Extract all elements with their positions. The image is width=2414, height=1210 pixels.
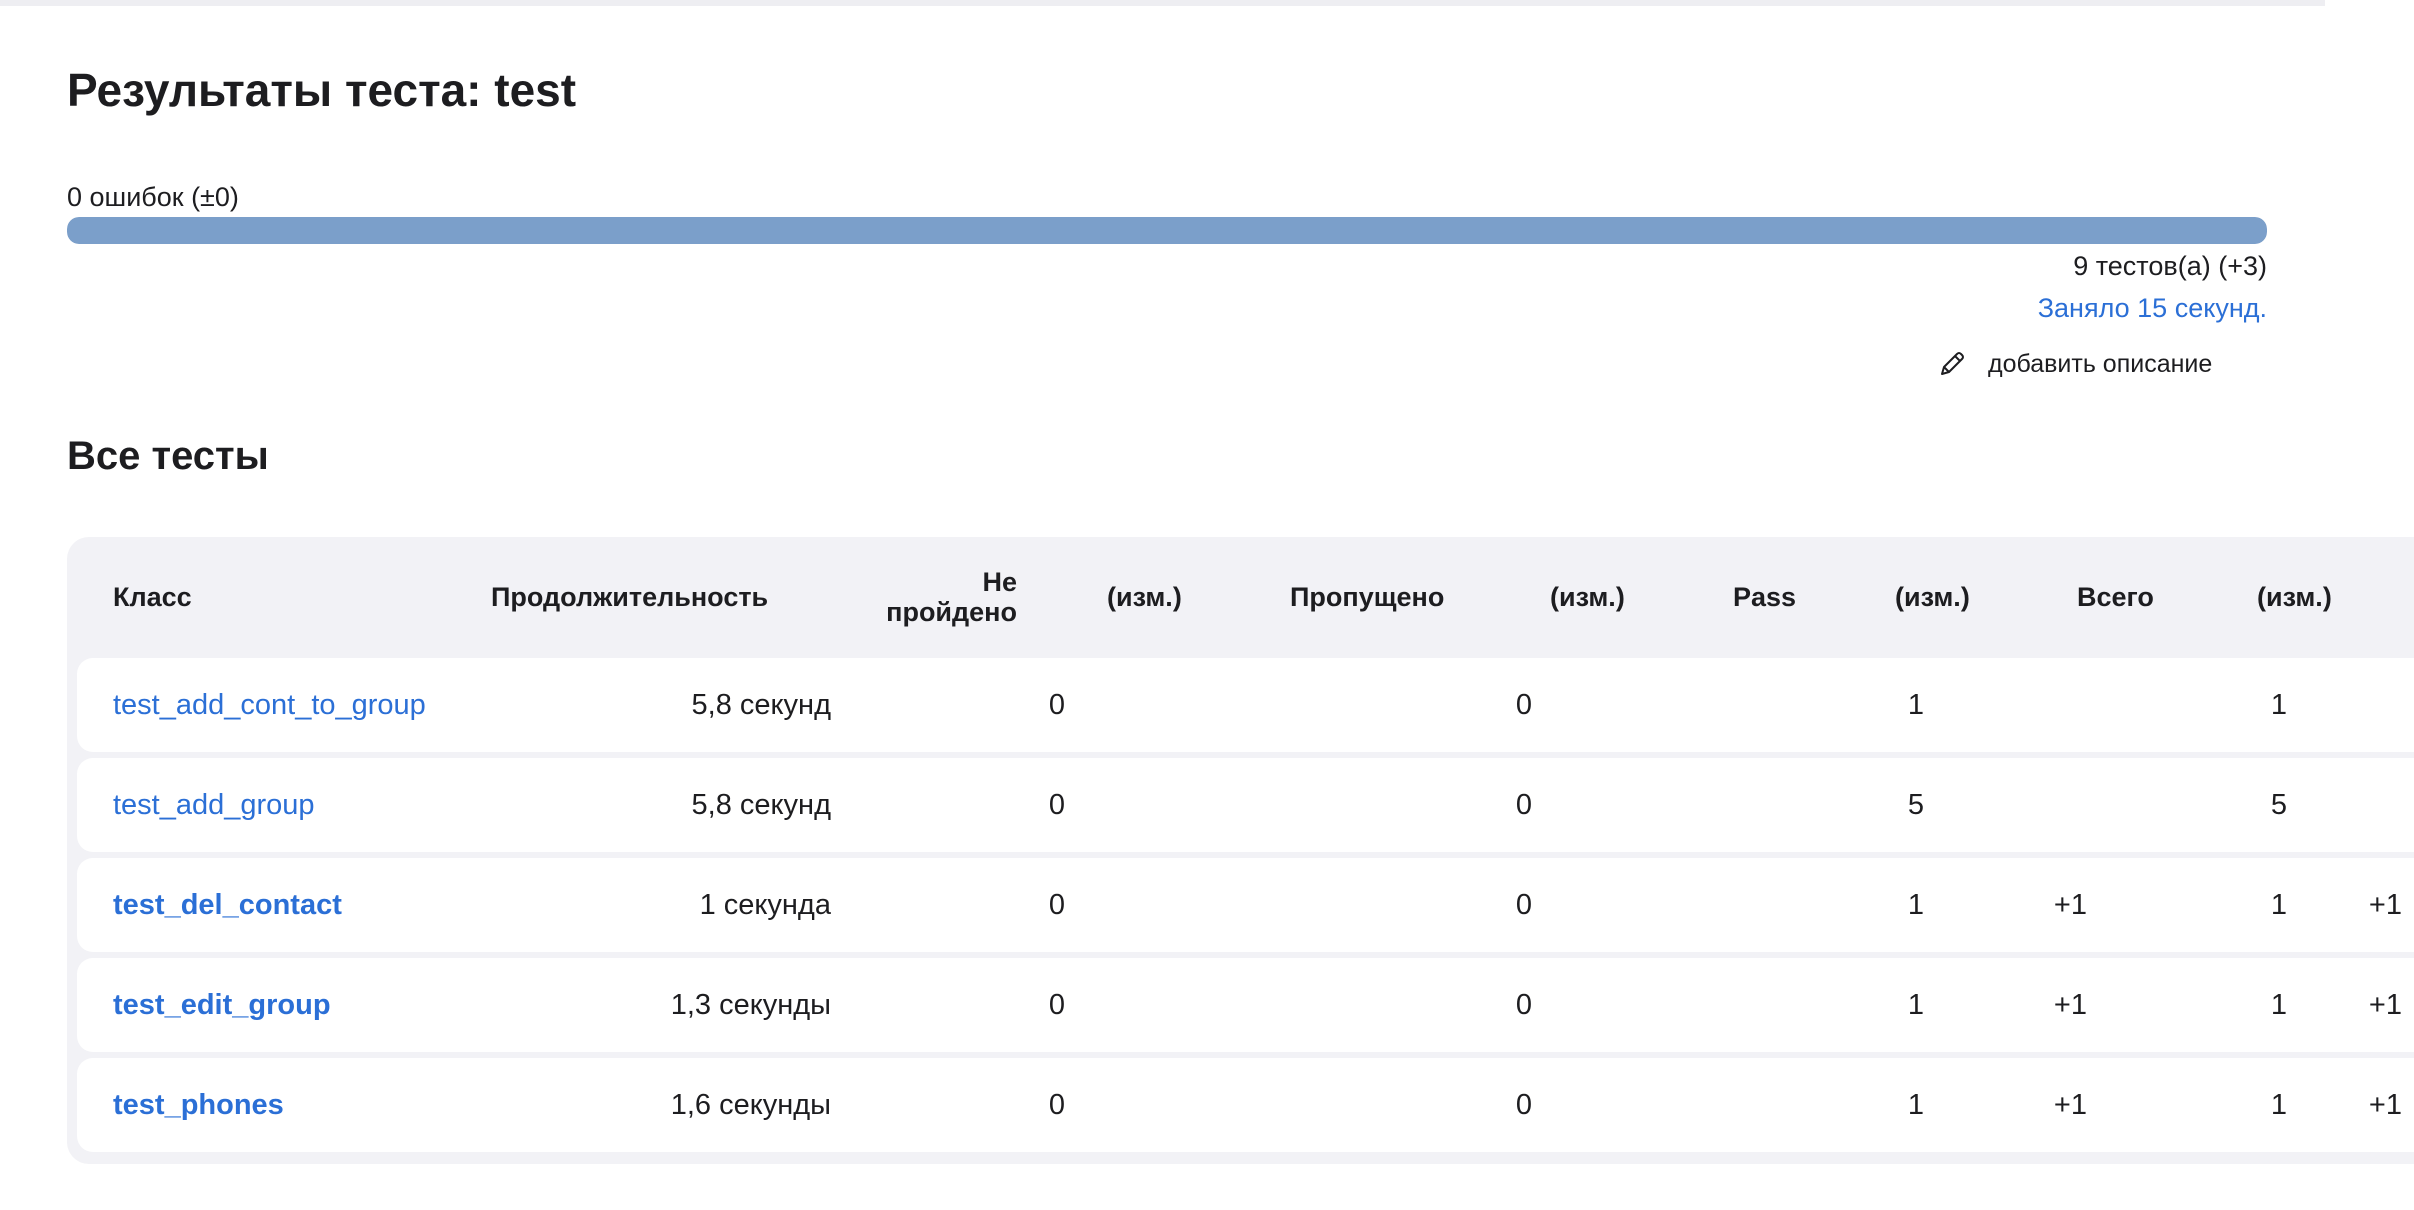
pencil-icon	[1941, 352, 1964, 375]
class-cell: test_add_cont_to_group	[113, 658, 426, 752]
pass-cell: 1	[1907, 889, 1924, 921]
duration-cell: 5,8 секунд	[691, 689, 831, 721]
duration-cell: 5,8 секунд	[691, 789, 831, 821]
failed-cell: 0	[1048, 1089, 1065, 1121]
failed-diff-cell	[1077, 958, 1227, 1052]
failed-diff-cell	[1077, 1058, 1227, 1152]
column-header-failed[interactable]: Не пройдено	[867, 567, 1017, 627]
table-row: test_edit_group 1,3 секунды 0 0 1 +1 1 +1	[77, 958, 2414, 1052]
pass-cell: 1	[1907, 689, 1924, 721]
table-row: test_phones 1,6 секунды 0 0 1 +1 1 +1	[77, 1058, 2414, 1152]
total-diff-cell: +1	[2368, 1089, 2402, 1121]
total-diff-cell	[2287, 658, 2402, 752]
class-cell: test_del_contact	[113, 858, 342, 952]
table-row: test_add_cont_to_group 5,8 секунд 0 0 1 1	[77, 658, 2414, 752]
pass-diff-cell: +1	[2053, 889, 2087, 921]
column-header-skipped-diff[interactable]: (изм.)	[1550, 582, 1625, 612]
class-link[interactable]: test_add_group	[113, 789, 315, 821]
duration-cell: 1,3 секунды	[670, 989, 831, 1021]
pass-diff-cell	[1937, 658, 2087, 752]
add-description-button[interactable]: добавить описание	[1936, 348, 2212, 380]
column-header-skipped[interactable]: Пропущено	[1290, 582, 1444, 612]
skipped-diff-cell	[1537, 658, 1687, 752]
class-cell: test_add_group	[113, 758, 315, 852]
skipped-cell: 0	[1515, 789, 1532, 821]
skipped-cell: 0	[1515, 1089, 1532, 1121]
skipped-cell: 0	[1515, 689, 1532, 721]
class-cell: test_edit_group	[113, 958, 331, 1052]
tests-table: Класс Продолжительность Не пройдено (изм…	[67, 537, 2414, 1164]
skipped-cell: 0	[1515, 989, 1532, 1021]
total-cell: 5	[2270, 789, 2287, 821]
pass-cell: 5	[1907, 789, 1924, 821]
total-diff-cell: +1	[2368, 889, 2402, 921]
class-link[interactable]: test_phones	[113, 1089, 284, 1121]
section-title-all-tests: Все тесты	[67, 434, 269, 478]
class-link[interactable]: test_add_cont_to_group	[113, 689, 426, 721]
column-header-total[interactable]: Всего	[2077, 582, 2154, 612]
pass-diff-cell	[1937, 758, 2087, 852]
failed-cell: 0	[1048, 689, 1065, 721]
duration-cell: 1,6 секунды	[670, 1089, 831, 1121]
pass-diff-cell: +1	[2053, 1089, 2087, 1121]
test-result-bar-pass-fill	[67, 217, 2267, 244]
table-row: test_add_group 5,8 секунд 0 0 5 5	[77, 758, 2414, 852]
column-header-pass-diff[interactable]: (изм.)	[1895, 582, 1970, 612]
skipped-diff-cell	[1537, 858, 1687, 952]
total-diff-cell: +1	[2368, 989, 2402, 1021]
failed-diff-cell	[1077, 758, 1227, 852]
total-cell: 1	[2270, 689, 2287, 721]
table-row: test_del_contact 1 секунда 0 0 1 +1 1 +1	[77, 858, 2414, 952]
class-link[interactable]: test_del_contact	[113, 889, 342, 921]
total-cell: 1	[2270, 889, 2287, 921]
column-header-duration[interactable]: Продолжительность	[491, 582, 768, 612]
test-results-page: Результаты теста: test 0 ошибок (±0) 9 т…	[0, 0, 2414, 1210]
column-header-class[interactable]: Класс	[113, 582, 192, 612]
failed-diff-cell	[1077, 658, 1227, 752]
duration-link[interactable]: Заняло 15 секунд.	[2038, 291, 2267, 325]
failed-cell: 0	[1048, 889, 1065, 921]
fail-summary: 0 ошибок (±0)	[67, 182, 239, 212]
class-link[interactable]: test_edit_group	[113, 989, 331, 1021]
tests-count: 9 тестов(а) (+3)	[2073, 251, 2267, 281]
failed-cell: 0	[1048, 989, 1065, 1021]
skipped-diff-cell	[1537, 1058, 1687, 1152]
column-header-pass[interactable]: Pass	[1733, 582, 1796, 612]
test-result-bar	[67, 217, 2267, 244]
class-cell: test_phones	[113, 1058, 284, 1152]
total-cell: 1	[2270, 989, 2287, 1021]
add-description-label: добавить описание	[1988, 350, 2213, 378]
total-diff-cell	[2287, 758, 2402, 852]
failed-cell: 0	[1048, 789, 1065, 821]
failed-diff-cell	[1077, 858, 1227, 952]
pass-cell: 1	[1907, 1089, 1924, 1121]
total-cell: 1	[2270, 1089, 2287, 1121]
skipped-diff-cell	[1537, 958, 1687, 1052]
column-header-total-diff[interactable]: (изм.)	[2257, 582, 2332, 612]
column-header-failed-diff[interactable]: (изм.)	[1107, 582, 1182, 612]
skipped-diff-cell	[1537, 758, 1687, 852]
pass-cell: 1	[1907, 989, 1924, 1021]
page-title: Результаты теста: test	[67, 64, 577, 116]
pass-diff-cell: +1	[2053, 989, 2087, 1021]
skipped-cell: 0	[1515, 889, 1532, 921]
duration-cell: 1 секунда	[699, 889, 831, 921]
